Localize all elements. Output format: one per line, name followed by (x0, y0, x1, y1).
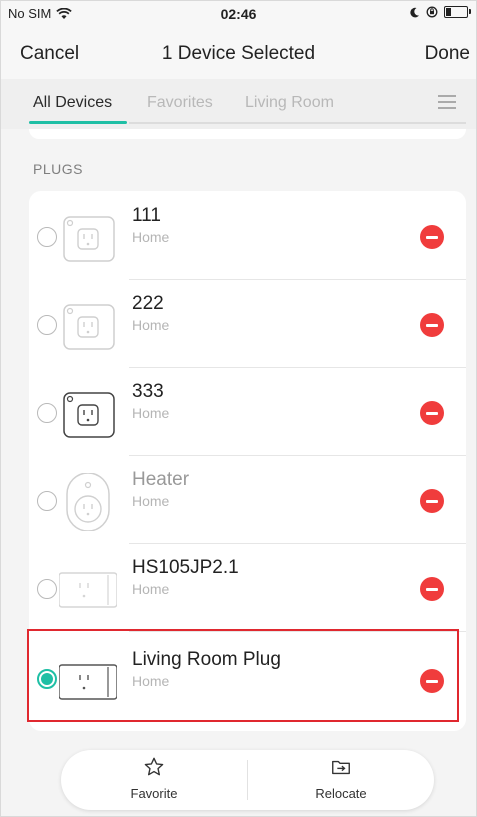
device-name: Living Room Plug (132, 649, 281, 670)
device-location: Home (132, 673, 170, 689)
tab-favorites[interactable]: Favorites (147, 94, 213, 112)
tab-active-indicator (29, 121, 127, 124)
remove-icon[interactable] (420, 577, 444, 601)
select-radio[interactable] (37, 579, 57, 599)
tab-bar: All Devices Favorites Living Room (1, 79, 476, 129)
remove-icon[interactable] (420, 489, 444, 513)
list-item[interactable]: 222 Home (29, 279, 466, 367)
tab-all-devices[interactable]: All Devices (33, 94, 112, 112)
row-divider (129, 279, 466, 280)
select-radio[interactable] (37, 491, 57, 511)
list-item-selected[interactable]: Living Room Plug Home (29, 631, 466, 731)
remove-icon[interactable] (420, 225, 444, 249)
folder-move-icon (332, 760, 350, 775)
list-item[interactable]: 111 Home (29, 191, 466, 279)
orientation-lock-icon (426, 6, 438, 18)
moon-icon (410, 7, 419, 17)
clock: 02:46 (220, 6, 257, 22)
square-plug-icon (63, 392, 115, 438)
relocate-label: Relocate (315, 786, 367, 801)
device-location: Home (132, 229, 170, 245)
battery-icon (444, 6, 471, 18)
section-title: PLUGS (33, 161, 83, 177)
status-bar: No SIM 02:46 (1, 1, 476, 29)
square-plug-icon (63, 304, 115, 350)
app-screen: No SIM 02:46 Cancel 1 Device Selected Do… (0, 0, 477, 817)
bottom-toolbar: Favorite Relocate (61, 750, 434, 810)
menu-icon[interactable] (438, 95, 456, 109)
nav-bar: Cancel 1 Device Selected Done (1, 29, 476, 79)
relocate-button[interactable]: Relocate (248, 756, 434, 808)
favorite-label: Favorite (130, 786, 178, 801)
row-divider (129, 367, 466, 368)
device-name: 111 (132, 205, 161, 226)
device-location: Home (132, 317, 170, 333)
collapsed-card (29, 129, 466, 139)
device-name: Heater (132, 469, 190, 490)
square-plug-icon (63, 216, 115, 262)
round-plug-icon (66, 473, 110, 531)
select-radio[interactable] (37, 227, 57, 247)
remove-icon[interactable] (420, 401, 444, 425)
select-radio[interactable] (37, 403, 57, 423)
slim-plug-icon (59, 664, 117, 700)
device-list: 111 Home 222 Home 333 Home Heater Home H… (29, 191, 466, 731)
tab-living-room[interactable]: Living Room (245, 94, 334, 112)
select-radio-checked[interactable] (37, 669, 57, 689)
device-location: Home (132, 493, 170, 509)
list-item[interactable]: HS105JP2.1 Home (29, 543, 466, 631)
device-location: Home (132, 581, 170, 597)
cancel-button[interactable]: Cancel (20, 43, 79, 65)
device-location: Home (132, 405, 170, 421)
remove-icon[interactable] (420, 313, 444, 337)
remove-icon[interactable] (420, 669, 444, 693)
device-name: HS105JP2.1 (132, 557, 239, 578)
star-icon (144, 757, 164, 776)
tab-track (129, 122, 466, 124)
status-icons (409, 6, 471, 18)
done-button[interactable]: Done (425, 43, 470, 65)
device-name: 333 (132, 381, 164, 402)
slim-plug-icon (59, 572, 117, 608)
row-divider (129, 455, 466, 456)
row-divider (129, 543, 466, 544)
list-item[interactable]: Heater Home (29, 455, 466, 543)
row-divider (129, 631, 466, 632)
list-item[interactable]: 333 Home (29, 367, 466, 455)
device-name: 222 (132, 293, 164, 314)
favorite-button[interactable]: Favorite (61, 756, 247, 808)
select-radio[interactable] (37, 315, 57, 335)
